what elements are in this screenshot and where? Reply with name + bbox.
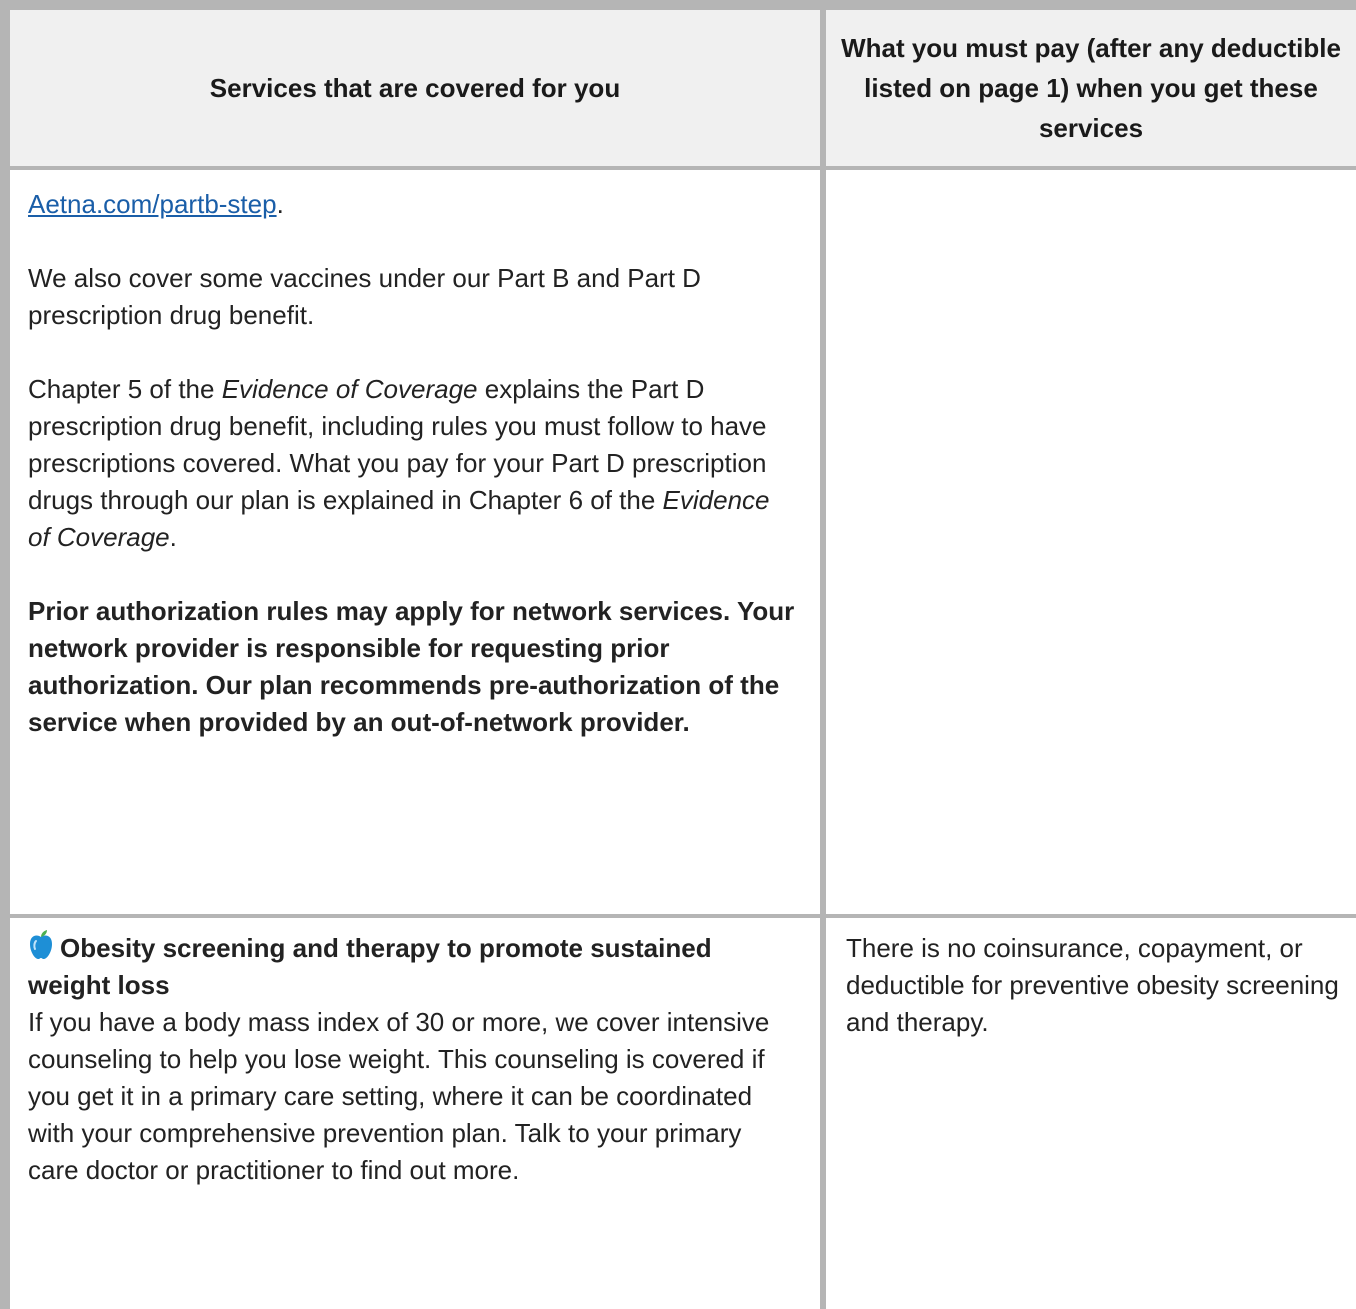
row-divider	[0, 914, 1356, 918]
header-bottom-border	[0, 166, 1356, 170]
row1-services-cell: Aetna.com/partb-step. We also cover some…	[28, 186, 798, 741]
table-top-border	[0, 0, 1356, 10]
vaccines-paragraph: We also cover some vaccines under our Pa…	[28, 263, 701, 330]
prior-authorization-paragraph: Prior authorization rules may apply for …	[28, 596, 795, 737]
header-services-covered-label: Services that are covered for you	[209, 73, 621, 103]
partb-step-link[interactable]: Aetna.com/partb-step	[28, 189, 277, 219]
coverage-table: Services that are covered for you What y…	[0, 0, 1356, 1309]
row2-services-cell: Obesity screening and therapy to promote…	[28, 930, 798, 1189]
obesity-cost-text: There is no coinsurance, copayment, or d…	[846, 933, 1339, 1037]
header-services-covered: Services that are covered for you	[10, 10, 820, 166]
column-divider	[820, 0, 826, 1309]
row2-cost-cell: There is no coinsurance, copayment, or d…	[846, 930, 1346, 1041]
table-left-border	[0, 0, 10, 1309]
partb-step-line: Aetna.com/partb-step.	[28, 189, 284, 219]
header-what-you-pay-label: What you must pay (after any deductible …	[841, 33, 1341, 143]
part-d-paragraph: Chapter 5 of the Evidence of Coverage ex…	[28, 374, 770, 552]
apple-icon	[30, 930, 52, 959]
obesity-title: Obesity screening and therapy to promote…	[28, 930, 798, 1004]
header-what-you-pay: What you must pay (after any deductible …	[826, 10, 1356, 166]
obesity-body: If you have a body mass index of 30 or m…	[28, 1007, 770, 1185]
